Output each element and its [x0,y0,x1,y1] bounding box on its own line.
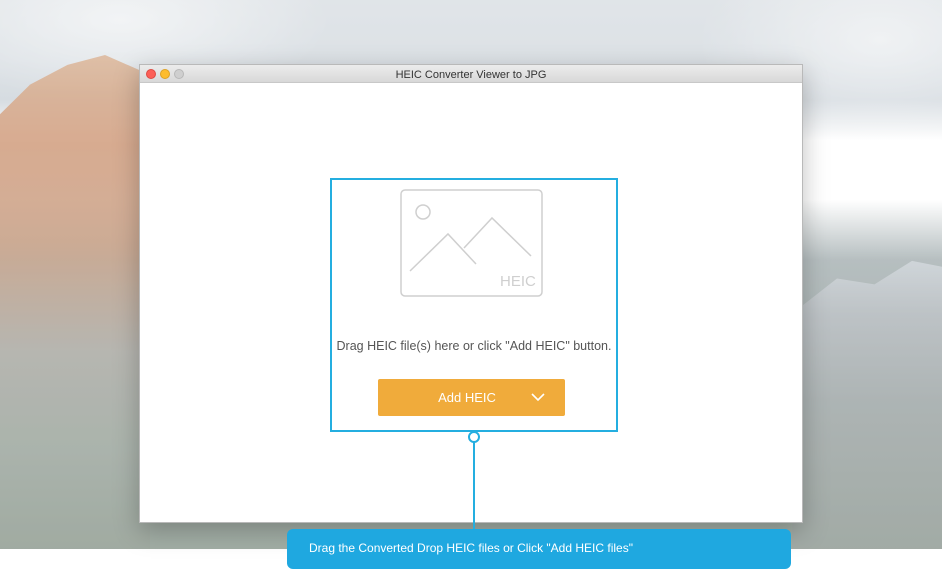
minimize-window-button[interactable] [160,69,170,79]
drop-instruction: Drag HEIC file(s) here or click "Add HEI… [336,339,612,353]
heic-watermark: HEIC [500,273,536,290]
callout-connector-line [473,442,475,532]
help-callout: Drag the Converted Drop HEIC files or Cl… [287,529,791,569]
chevron-down-icon[interactable] [531,392,545,402]
window-title: HEIC Converter Viewer to JPG [395,69,547,81]
zoom-window-button[interactable] [174,69,184,79]
file-drop-zone[interactable]: HEIC Drag HEIC file(s) here or click "Ad… [330,178,618,432]
add-heic-button-label: Add HEIC [438,390,496,405]
title-bar[interactable]: HEIC Converter Viewer to JPG [140,65,802,83]
add-heic-button[interactable]: Add HEIC [378,379,565,416]
close-window-button[interactable] [146,69,156,79]
app-window: HEIC Converter Viewer to JPG HEIC Drag H… [139,64,803,523]
image-placeholder-icon: HEIC [400,189,543,297]
